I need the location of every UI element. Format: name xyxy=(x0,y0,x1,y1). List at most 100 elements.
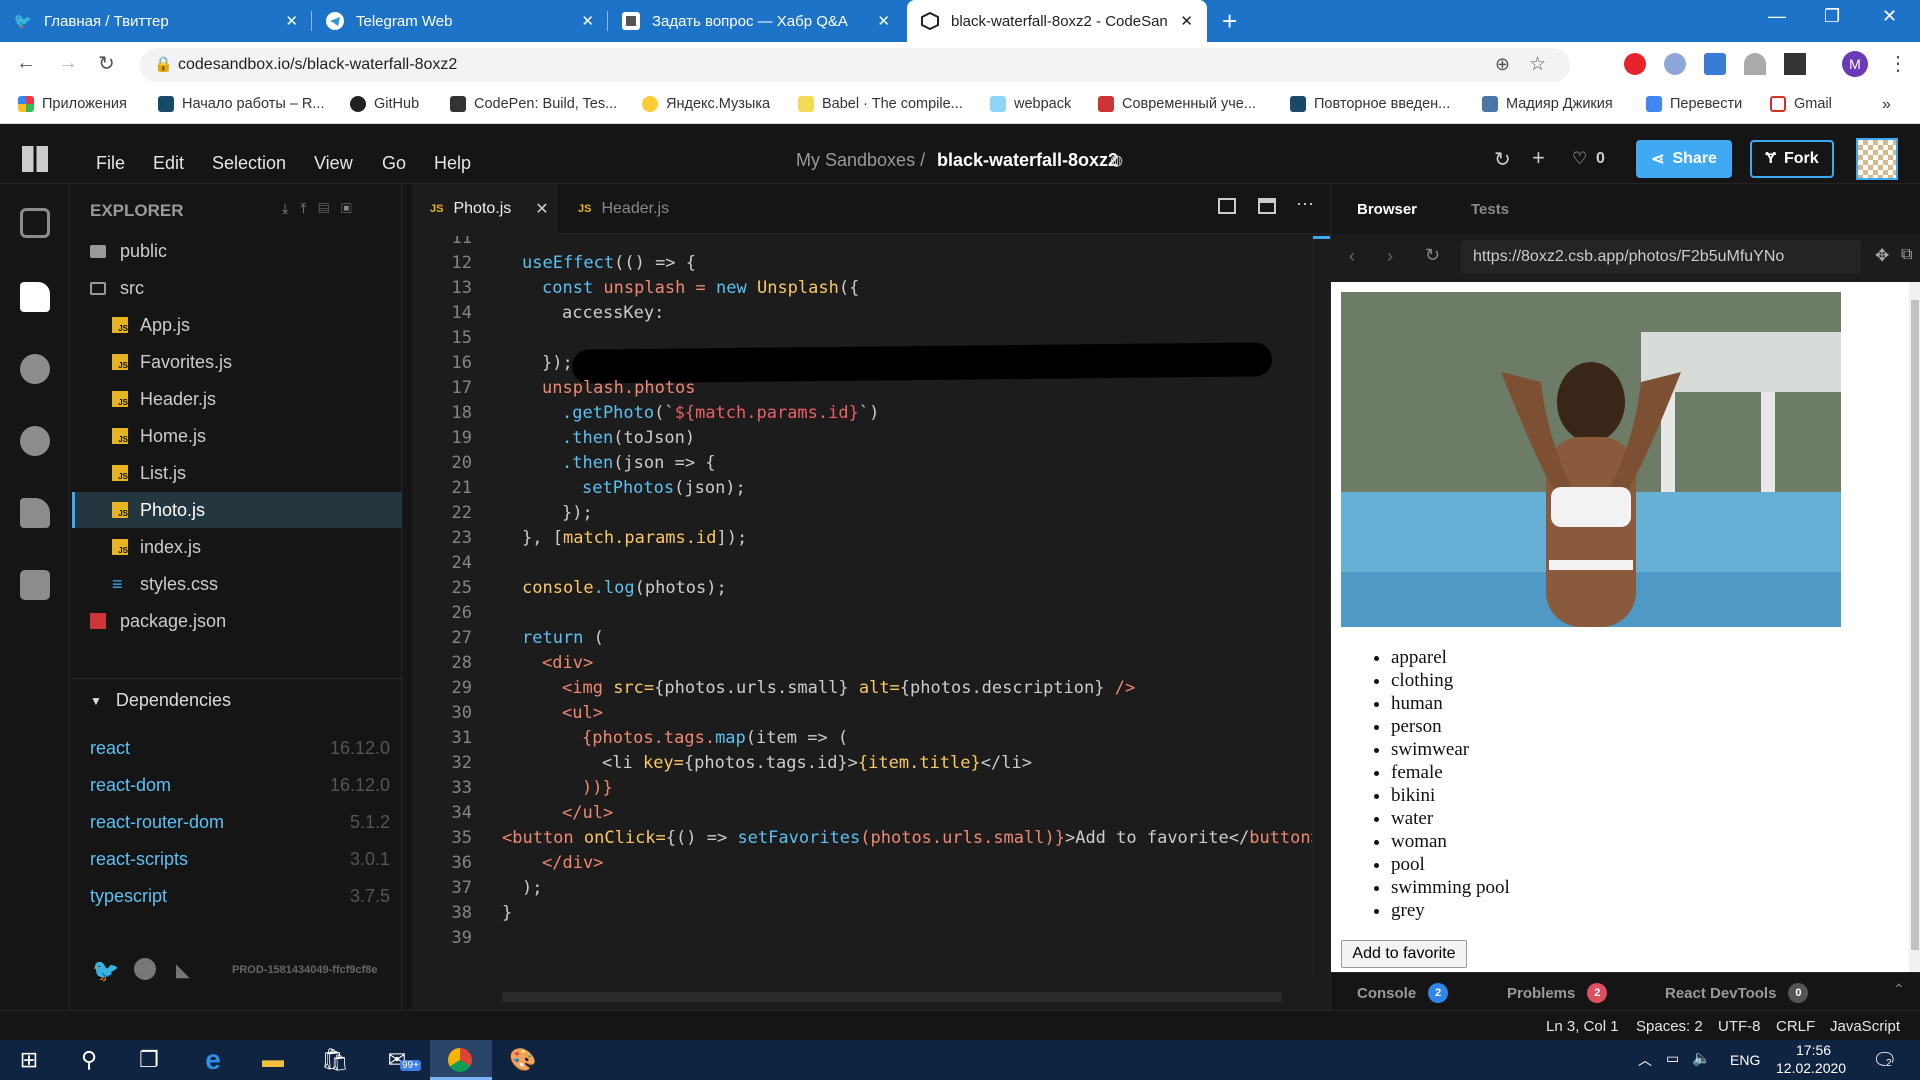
folder-src[interactable]: src xyxy=(72,270,402,306)
file-item[interactable]: package.json xyxy=(72,603,402,639)
heart-icon[interactable]: ♡ xyxy=(1572,149,1587,169)
menu-selection[interactable]: Selection xyxy=(212,153,286,174)
forward-icon[interactable]: › xyxy=(1387,246,1393,267)
reload-icon[interactable]: ↻ xyxy=(98,51,115,76)
bookmark-apps[interactable]: Приложения xyxy=(18,96,127,112)
bookmark[interactable]: Современный уче... xyxy=(1098,96,1256,112)
chevron-up-icon[interactable]: ⌃ xyxy=(1893,981,1905,998)
bookmark[interactable]: Повторное введен... xyxy=(1290,96,1450,112)
tab-console[interactable]: Console 2 xyxy=(1357,983,1449,1003)
file-item-selected[interactable]: JS Photo.js xyxy=(72,492,402,528)
file-item[interactable]: JS index.js xyxy=(72,529,402,565)
extension-icon[interactable] xyxy=(1744,53,1766,75)
sandbox-info-icon[interactable] xyxy=(20,208,50,238)
taskbar-chrome[interactable] xyxy=(430,1040,492,1080)
notification-icon[interactable]: 🗨 2 xyxy=(1872,1048,1897,1073)
file-item[interactable]: JS Home.js xyxy=(72,418,402,454)
menu-go[interactable]: Go xyxy=(382,153,406,174)
tab-browser[interactable]: Browser xyxy=(1357,201,1417,218)
preview-url-input[interactable]: https://8oxz2.csb.app/photos/F2b5uMfuYNo xyxy=(1461,240,1861,274)
open-new-window-icon[interactable]: ⧉ xyxy=(1901,246,1912,264)
cursor-position[interactable]: Ln 3, Col 1 xyxy=(1546,1018,1619,1035)
minimize-icon[interactable]: — xyxy=(1768,6,1786,27)
store-icon[interactable]: 🛍 xyxy=(320,1046,350,1074)
dependency-item[interactable]: react-scripts 3.0.1 xyxy=(90,841,390,877)
clock-time[interactable]: 17:56 xyxy=(1796,1042,1831,1058)
bookmark-github[interactable]: GitHub xyxy=(350,96,419,112)
dependency-item[interactable]: typescript 3.7.5 xyxy=(90,878,390,914)
file-item[interactable]: JS Favorites.js xyxy=(72,344,402,380)
deploy-icon[interactable] xyxy=(20,498,50,528)
tab-photo-js[interactable]: JS Photo.js ✕ xyxy=(412,184,558,234)
explorer-icon[interactable] xyxy=(20,282,50,312)
close-icon[interactable]: ✕ xyxy=(1180,12,1193,30)
close-icon[interactable]: ✕ xyxy=(285,12,298,30)
menu-edit[interactable]: Edit xyxy=(153,153,184,174)
mail-icon[interactable]: ✉ 99+ xyxy=(382,1046,421,1074)
refresh-icon[interactable]: ↻ xyxy=(1494,147,1511,172)
url-input[interactable]: 🔒 codesandbox.io/s/black-waterfall-8oxz2… xyxy=(140,48,1570,82)
volume-icon[interactable]: 🔈 xyxy=(1692,1049,1711,1067)
encoding[interactable]: UTF-8 xyxy=(1718,1018,1761,1035)
close-icon[interactable]: ✕ xyxy=(581,12,594,30)
profile-avatar[interactable]: M xyxy=(1842,51,1868,77)
dependency-item[interactable]: react-dom 16.12.0 xyxy=(90,767,390,803)
more-icon[interactable]: ⋯ xyxy=(1296,194,1314,215)
split-editor-icon[interactable] xyxy=(1218,198,1236,214)
file-explorer-icon[interactable]: ▬ xyxy=(258,1046,288,1074)
settings-icon[interactable] xyxy=(20,354,50,384)
avatar[interactable] xyxy=(1856,138,1898,180)
line-endings[interactable]: CRLF xyxy=(1776,1018,1815,1035)
clock-date[interactable]: 12.02.2020 xyxy=(1776,1060,1846,1076)
dependencies-header[interactable]: ▼ Dependencies xyxy=(90,690,231,711)
file-item[interactable]: JS List.js xyxy=(72,455,402,491)
paint-icon[interactable]: 🎨 xyxy=(508,1046,538,1074)
bookmark-gmail[interactable]: Gmail xyxy=(1770,96,1832,112)
edge-icon[interactable]: e xyxy=(198,1044,228,1075)
bookmark-babel[interactable]: Babel · The compile... xyxy=(798,96,963,112)
breadcrumb[interactable]: My Sandboxes / xyxy=(796,150,925,171)
live-icon[interactable] xyxy=(20,570,50,600)
close-icon[interactable]: ✕ xyxy=(535,199,548,219)
tab-twitter[interactable]: 🐦 Главная / Твиттер ✕ xyxy=(0,0,312,42)
tab-codesandbox[interactable]: black-waterfall-8oxz2 - CodeSan ✕ xyxy=(907,0,1207,42)
tab-tests[interactable]: Tests xyxy=(1471,201,1509,218)
file-item[interactable]: JS Header.js xyxy=(72,381,402,417)
bookmark[interactable]: Начало работы – R... xyxy=(158,96,324,112)
move-icon[interactable]: ✥ xyxy=(1875,246,1889,266)
file-item[interactable]: JS App.js xyxy=(72,307,402,343)
menu-help[interactable]: Help xyxy=(434,153,471,174)
menu-file[interactable]: File xyxy=(96,153,125,174)
indentation[interactable]: Spaces: 2 xyxy=(1636,1018,1703,1035)
more-icon[interactable]: ⋮ xyxy=(1888,51,1908,76)
sandbox-title[interactable]: black-waterfall-8oxz2 xyxy=(937,150,1118,171)
reload-icon[interactable]: ↻ xyxy=(1425,245,1440,266)
dependency-item[interactable]: react-router-dom 5.1.2 xyxy=(90,804,390,840)
menu-view[interactable]: View xyxy=(314,153,353,174)
add-icon[interactable]: ⊕ xyxy=(1495,54,1510,75)
language-mode[interactable]: JavaScript xyxy=(1830,1018,1900,1035)
close-window-icon[interactable]: ✕ xyxy=(1882,6,1897,27)
github-icon[interactable] xyxy=(20,426,50,456)
maximize-icon[interactable]: ❐ xyxy=(1824,6,1840,27)
bookmark-vk[interactable]: Мадияр Джикия xyxy=(1482,96,1613,112)
share-button[interactable]: ⋖ Share xyxy=(1636,140,1732,178)
bookmark-codepen[interactable]: CodePen: Build, Tes... xyxy=(450,96,617,112)
spectrum-icon[interactable]: ◣ xyxy=(176,960,190,981)
file-actions-icon[interactable]: ⤓⤒▤▣ xyxy=(282,200,364,217)
preview-scrollbar[interactable] xyxy=(1909,282,1920,972)
twitter-icon[interactable]: 🐦 xyxy=(92,958,119,984)
add-to-favorite-button[interactable]: Add to favorite xyxy=(1341,940,1467,968)
horizontal-scrollbar[interactable] xyxy=(502,992,1282,1002)
back-icon[interactable]: ← xyxy=(16,52,36,75)
close-icon[interactable]: ✕ xyxy=(877,12,890,30)
windows-start-icon[interactable]: ⊞ xyxy=(14,1046,44,1074)
add-icon[interactable]: + xyxy=(1532,145,1545,171)
editor-scrollbar[interactable] xyxy=(1312,236,1331,976)
back-icon[interactable]: ‹ xyxy=(1349,246,1355,267)
forward-icon[interactable]: → xyxy=(58,52,78,75)
tab-react-devtools[interactable]: React DevTools 0 xyxy=(1665,983,1809,1003)
dependency-item[interactable]: react 16.12.0 xyxy=(90,730,390,766)
star-icon[interactable]: ☆ xyxy=(1529,53,1546,76)
tab-telegram[interactable]: Telegram Web ✕ xyxy=(312,0,608,42)
